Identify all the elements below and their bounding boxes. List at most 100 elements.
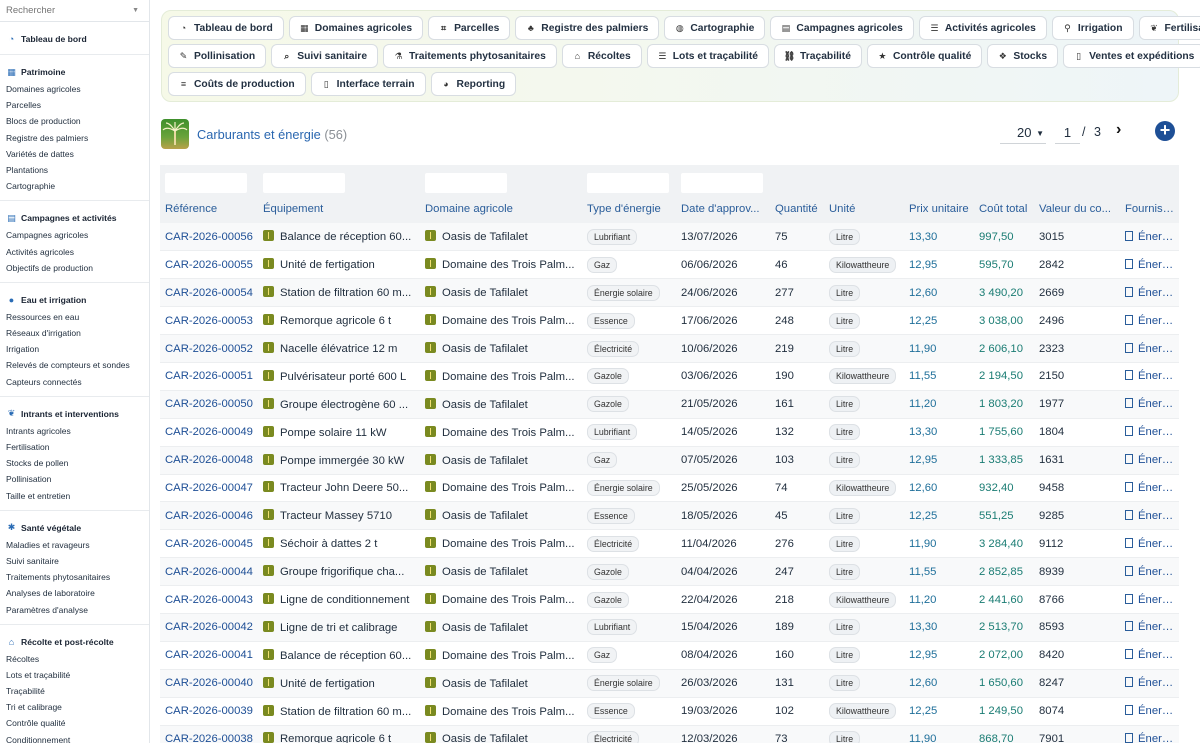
domain-cell[interactable]: Domaine des Trois Palm... <box>420 697 582 726</box>
domain-cell[interactable]: Oasis de Tafilalet <box>420 334 582 363</box>
sidebar-item-suivi-sanitaire[interactable]: Suivi sanitaire <box>0 553 149 569</box>
sidebar-item-plantations[interactable]: Plantations <box>0 162 149 178</box>
sidebar-item-fertilisation[interactable]: Fertilisation <box>0 439 149 455</box>
sidebar-item-tri-et-calibrage[interactable]: Tri et calibrage <box>0 699 149 715</box>
domain-cell[interactable]: Domaine des Trois Palm... <box>420 529 582 559</box>
supplier-cell[interactable]: Énergie <box>1120 585 1179 614</box>
table-row[interactable]: CAR-2026-00039 Station de filtration 60 m… <box>160 697 1179 726</box>
menu-button-couts-de-production[interactable]: ≡ Coûts de production <box>168 72 306 96</box>
reference-cell[interactable]: CAR-2026-00048 <box>160 446 258 475</box>
column-header-fournisseur[interactable]: Fournisseur <box>1120 195 1179 223</box>
reference-cell[interactable]: CAR-2026-00040 <box>160 669 258 698</box>
supplier-cell[interactable]: Énergie <box>1120 390 1179 419</box>
reference-cell[interactable]: CAR-2026-00050 <box>160 390 258 419</box>
domain-cell[interactable]: Oasis de Tafilalet <box>420 390 582 419</box>
supplier-cell[interactable]: Énergie <box>1120 557 1179 587</box>
reference-cell[interactable]: CAR-2026-00049 <box>160 418 258 447</box>
sidebar-item-traitements-phytosanitaires[interactable]: Traitements phytosanitaires <box>0 569 149 585</box>
domain-cell[interactable]: Oasis de Tafilalet <box>420 725 582 743</box>
table-row[interactable]: CAR-2026-00048 Pompe immergée 30 kW Oasis … <box>160 446 1179 475</box>
supplier-cell[interactable]: Énergie <box>1120 474 1179 503</box>
menu-button-activites-agricoles[interactable]: ☰ Activités agricoles <box>918 16 1047 40</box>
page-size-select[interactable]: 20 ▼ <box>1000 122 1046 144</box>
equipment-cell[interactable]: Pompe solaire 11 kW <box>258 418 420 447</box>
table-row[interactable]: CAR-2026-00040 Unité de fertigation Oasis … <box>160 669 1179 698</box>
reference-cell[interactable]: CAR-2026-00047 <box>160 474 258 503</box>
reference-cell[interactable]: CAR-2026-00045 <box>160 529 258 559</box>
reference-cell[interactable]: CAR-2026-00046 <box>160 501 258 531</box>
reference-cell[interactable]: CAR-2026-00043 <box>160 585 258 614</box>
menu-button-pollinisation[interactable]: ✎ Pollinisation <box>168 44 267 68</box>
menu-button-reporting[interactable]: ◕ Reporting <box>430 72 517 96</box>
supplier-cell[interactable]: Énergie <box>1120 446 1179 475</box>
column-header-equipement[interactable]: Équipement <box>258 195 420 223</box>
menu-button-stocks[interactable]: ❖ Stocks <box>987 44 1059 68</box>
menu-button-controle-qualite[interactable]: ★ Contrôle qualité <box>866 44 983 68</box>
equipment-cell[interactable]: Station de filtration 60 m... <box>258 697 420 726</box>
domain-cell[interactable]: Domaine des Trois Palm... <box>420 362 582 391</box>
column-header-domaine-agricole[interactable]: Domaine agricole <box>420 195 582 223</box>
sidebar-item-campagnes-agricoles[interactable]: Campagnes agricoles <box>0 227 149 243</box>
equipment-cell[interactable]: Tracteur Massey 5710 <box>258 501 420 531</box>
domain-cell[interactable]: Domaine des Trois Palm... <box>420 585 582 614</box>
next-page-icon[interactable]: › <box>1116 121 1121 139</box>
search-input[interactable] <box>6 5 116 16</box>
chevron-down-icon[interactable]: ▼ <box>132 7 139 14</box>
domain-cell[interactable]: Domaine des Trois Palm... <box>420 641 582 670</box>
sidebar-item-tracabilite[interactable]: Traçabilité <box>0 683 149 699</box>
domain-cell[interactable]: Oasis de Tafilalet <box>420 278 582 308</box>
sidebar-item-stocks-de-pollen[interactable]: Stocks de pollen <box>0 455 149 471</box>
table-row[interactable]: CAR-2026-00052 Nacelle élévatrice 12 m Oas… <box>160 334 1179 363</box>
menu-button-interface-terrain[interactable]: ▯ Interface terrain <box>310 72 426 96</box>
reference-cell[interactable]: CAR-2026-00054 <box>160 278 258 308</box>
table-row[interactable]: CAR-2026-00053 Remorque agricole 6 t Domai… <box>160 306 1179 336</box>
filter-reference-input[interactable] <box>165 172 247 193</box>
menu-button-irrigation[interactable]: ⚲ Irrigation <box>1051 16 1134 40</box>
column-header-reference[interactable]: Référence <box>160 195 258 223</box>
table-row[interactable]: CAR-2026-00054 Station de filtration 60 m… <box>160 278 1179 308</box>
reference-cell[interactable]: CAR-2026-00038 <box>160 725 258 743</box>
reference-cell[interactable]: CAR-2026-00051 <box>160 362 258 391</box>
filter-energy-type-input[interactable] <box>587 172 669 193</box>
sidebar-item-registre-des-palmiers[interactable]: Registre des palmiers <box>0 130 149 146</box>
sidebar-item-capteurs-connectes[interactable]: Capteurs connectés <box>0 374 149 390</box>
sidebar-item-ressources-en-eau[interactable]: Ressources en eau <box>0 309 149 325</box>
equipment-cell[interactable]: Tracteur John Deere 50... <box>258 474 420 503</box>
add-record-button[interactable]: + <box>1155 121 1175 141</box>
reference-cell[interactable]: CAR-2026-00056 <box>160 223 258 252</box>
domain-cell[interactable]: Oasis de Tafilalet <box>420 613 582 642</box>
sidebar-item-releves-de-compteurs-et-sondes[interactable]: Relevés de compteurs et sondes <box>0 357 149 373</box>
equipment-cell[interactable]: Unité de fertigation <box>258 250 420 280</box>
table-row[interactable]: CAR-2026-00046 Tracteur Massey 5710 Oasis … <box>160 501 1179 531</box>
current-page-input[interactable]: 1 <box>1055 122 1080 144</box>
equipment-cell[interactable]: Pulvérisateur porté 600 L <box>258 362 420 391</box>
sidebar-item-irrigation[interactable]: Irrigation <box>0 341 149 357</box>
table-row[interactable]: CAR-2026-00055 Unité de fertigation Domain… <box>160 250 1179 280</box>
domain-cell[interactable]: Oasis de Tafilalet <box>420 669 582 698</box>
sidebar-item-activites-agricoles[interactable]: Activités agricoles <box>0 244 149 260</box>
sidebar-item-maladies-et-ravageurs[interactable]: Maladies et ravageurs <box>0 537 149 553</box>
equipment-cell[interactable]: Groupe frigorifique cha... <box>258 557 420 587</box>
table-row[interactable]: CAR-2026-00056 Balance de réception 60...… <box>160 223 1179 252</box>
equipment-cell[interactable]: Ligne de tri et calibrage <box>258 613 420 642</box>
menu-button-fertilisation[interactable]: ❦ Fertilisation <box>1138 16 1200 40</box>
equipment-cell[interactable]: Balance de réception 60... <box>258 223 420 252</box>
sidebar-item-domaines-agricoles[interactable]: Domaines agricoles <box>0 81 149 97</box>
equipment-cell[interactable]: Remorque agricole 6 t <box>258 306 420 336</box>
menu-button-lots-et-tracabilite[interactable]: ☰ Lots et traçabilité <box>646 44 770 68</box>
sidebar-item-conditionnement[interactable]: Conditionnement <box>0 732 149 743</box>
table-row[interactable]: CAR-2026-00043 Ligne de conditionnement Do… <box>160 585 1179 614</box>
menu-button-suivi-sanitaire[interactable]: ⌕ Suivi sanitaire <box>271 44 379 68</box>
menu-button-cartographie[interactable]: ◍ Cartographie <box>664 16 766 40</box>
column-header-valeur-du-co[interactable]: Valeur du co... <box>1034 195 1120 223</box>
supplier-cell[interactable]: Énergie <box>1120 501 1179 531</box>
menu-button-tableau-de-bord[interactable]: ◔ Tableau de bord <box>168 16 284 40</box>
table-row[interactable]: CAR-2026-00045 Séchoir à dattes 2 t Domain… <box>160 529 1179 559</box>
supplier-cell[interactable]: Énergie <box>1120 529 1179 559</box>
table-row[interactable]: CAR-2026-00038 Remorque agricole 6 t Oasis… <box>160 725 1179 743</box>
domain-cell[interactable]: Oasis de Tafilalet <box>420 223 582 252</box>
column-header-prix-unitaire[interactable]: Prix unitaire <box>904 195 974 223</box>
column-header-unite[interactable]: Unité <box>824 195 904 223</box>
table-row[interactable]: CAR-2026-00051 Pulvérisateur porté 600 L D… <box>160 362 1179 391</box>
sidebar-item-parcelles[interactable]: Parcelles <box>0 97 149 113</box>
